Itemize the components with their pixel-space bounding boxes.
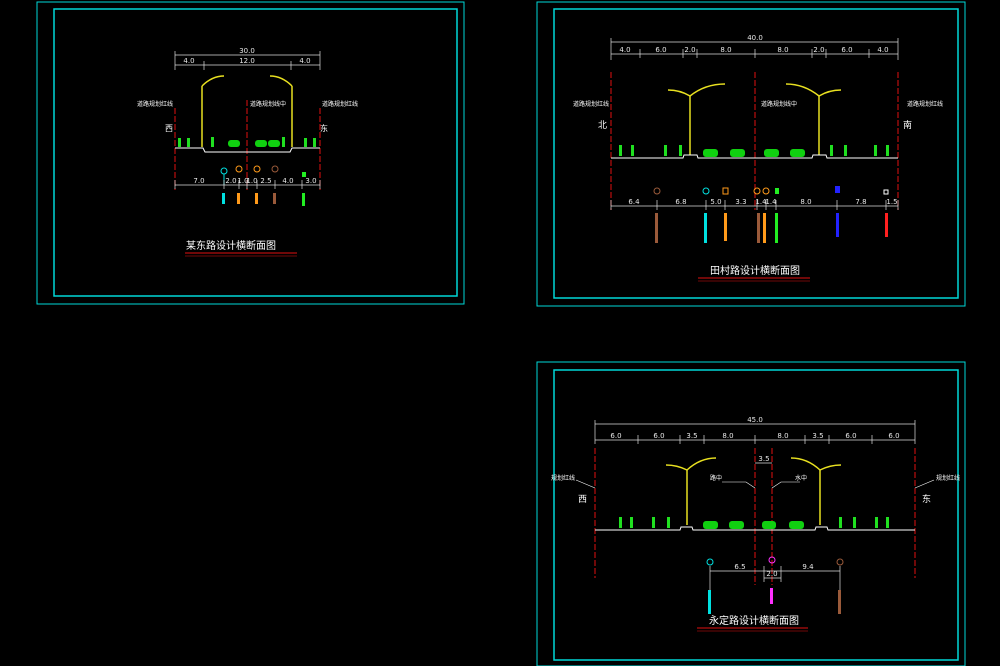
sheet-2-total-width: 40.0 bbox=[747, 34, 763, 42]
sheet-2-bdim: 1.5 bbox=[886, 198, 897, 206]
sheet-2-bdim: 5.0 bbox=[710, 198, 721, 206]
pipe-marker-icon bbox=[706, 556, 844, 614]
sheet-2-tdim: 2.0 bbox=[813, 46, 824, 54]
sheet-3-total-width: 45.0 bbox=[747, 416, 763, 424]
sheet-1-bdim: 4.0 bbox=[282, 177, 293, 185]
sheet-3-tdim: 6.0 bbox=[845, 432, 856, 440]
cad-drawing: 30.0 4.0 12.0 4.0 道路规划红线 道路规划线中 道路规划红线 西… bbox=[36, 1, 966, 666]
sheet-1-bdim: 3.0 bbox=[305, 177, 316, 185]
sheet-2-right-redline-label: 道路规划红线 bbox=[907, 100, 943, 108]
sheet-1-left-redline-label: 道路规划红线 bbox=[137, 100, 173, 108]
sheet-3-left-redline-label: 规划红线 bbox=[551, 474, 575, 482]
sheet-2-bdim: 6.4 bbox=[628, 198, 640, 206]
sheet-3-west-label: 西 bbox=[578, 494, 587, 505]
sheet-3-bdim: 2.0 bbox=[766, 570, 777, 578]
sheet-1-dim-left: 4.0 bbox=[183, 57, 194, 65]
sheet-2-outer-frame bbox=[536, 1, 966, 307]
sheet-2-tdim: 6.0 bbox=[841, 46, 852, 54]
sheet-3-tdim: 8.0 bbox=[777, 432, 788, 440]
sheet-2-inner-frame bbox=[553, 8, 959, 299]
sheet-1-west-label: 西 bbox=[165, 124, 173, 133]
sheet-1-east-label: 东 bbox=[320, 123, 328, 133]
sheet-2-bdim: 1.4 bbox=[765, 198, 777, 206]
sheet-2-south-label: 南 bbox=[903, 119, 912, 131]
sheet-3-median-dim: 3.5 bbox=[758, 455, 769, 463]
sheet-3-center-right-label: 水中 bbox=[795, 474, 807, 482]
sheet-3-tdim: 8.0 bbox=[722, 432, 733, 440]
sheet-3-tdim: 6.0 bbox=[653, 432, 664, 440]
sheet-1-center-label: 道路规划线中 bbox=[250, 100, 286, 108]
sheet-2-tdim: 6.0 bbox=[655, 46, 666, 54]
sheet-1: 30.0 4.0 12.0 4.0 道路规划红线 道路规划线中 道路规划红线 西… bbox=[36, 1, 465, 305]
sheet-1-dim-right: 4.0 bbox=[299, 57, 310, 65]
sheet-2-bdim: 8.0 bbox=[800, 198, 811, 206]
pipe-marker-icon bbox=[653, 186, 889, 243]
sheet-3-tdim: 3.5 bbox=[812, 432, 823, 440]
sheet-3-bdim: 9.4 bbox=[802, 563, 814, 571]
sheet-2-tdim: 2.0 bbox=[684, 46, 695, 54]
car-icon bbox=[228, 140, 280, 147]
sheet-3-tdim: 6.0 bbox=[610, 432, 621, 440]
sheet-2-tdim: 4.0 bbox=[619, 46, 630, 54]
sheet-2-left-redline-label: 道路规划红线 bbox=[573, 100, 609, 108]
tree-icon bbox=[619, 517, 889, 528]
sheet-2-tdim: 8.0 bbox=[720, 46, 731, 54]
sheet-2-center-label: 道路规划线中 bbox=[761, 100, 797, 108]
sheet-1-title: 某东路设计横断面图 bbox=[186, 239, 276, 252]
sheet-2-bdim: 6.8 bbox=[675, 198, 686, 206]
sheet-1-bdim: 2.0 bbox=[225, 177, 236, 185]
sheet-3: 45.0 6.0 6.0 3.5 8.0 8.0 3.5 6.0 6.0 3.5… bbox=[536, 361, 966, 666]
sheet-1-bdim: 7.0 bbox=[193, 177, 204, 185]
street-lamp-icon bbox=[665, 457, 842, 525]
sheet-3-bdim: 6.5 bbox=[734, 563, 745, 571]
sheet-3-tdim: 3.5 bbox=[686, 432, 697, 440]
sheet-2-tdim: 4.0 bbox=[877, 46, 888, 54]
tree-icon bbox=[619, 145, 889, 156]
sheet-1-dim-mid: 12.0 bbox=[239, 57, 255, 65]
sheet-2-bdim: 3.3 bbox=[735, 198, 746, 206]
sheet-1-right-redline-label: 道路规划红线 bbox=[322, 100, 358, 108]
sheet-3-red-lines bbox=[594, 448, 916, 585]
sheet-3-east-label: 东 bbox=[922, 493, 931, 505]
car-icon bbox=[703, 149, 805, 157]
sheet-3-right-redline-label: 规划红线 bbox=[936, 474, 960, 482]
sheet-2: 40.0 4.0 6.0 2.0 8.0 8.0 2.0 6.0 4.0 道路规… bbox=[536, 1, 966, 307]
sheet-3-tdim: 6.0 bbox=[888, 432, 899, 440]
sheet-1-bdim: 1.0 bbox=[246, 177, 257, 185]
car-icon bbox=[703, 521, 804, 529]
sheet-2-bdim: 7.8 bbox=[855, 198, 866, 206]
sheet-1-bdim: 2.5 bbox=[260, 177, 271, 185]
pipe-marker-icon bbox=[220, 165, 306, 206]
sheet-2-tdim: 8.0 bbox=[777, 46, 788, 54]
sheet-2-north-label: 北 bbox=[598, 120, 607, 131]
sheet-1-total-width: 30.0 bbox=[239, 47, 255, 55]
sheet-3-title: 永定路设计横断面图 bbox=[709, 614, 799, 627]
sheet-2-title: 田村路设计横断面图 bbox=[710, 264, 800, 277]
sheet-3-center-left-label: 路中 bbox=[710, 474, 722, 482]
